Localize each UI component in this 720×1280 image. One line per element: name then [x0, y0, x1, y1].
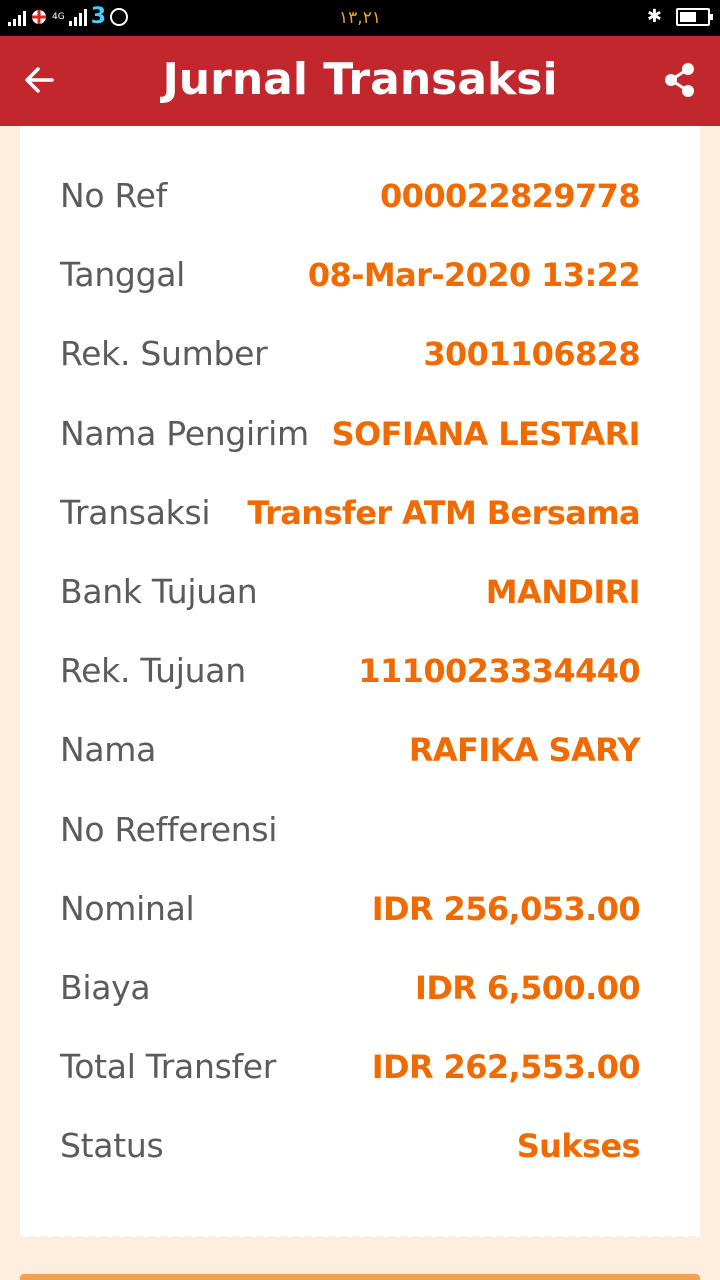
- bluetooth-icon: ✱: [646, 6, 662, 27]
- share-icon: [665, 63, 694, 97]
- detail-label: No Ref: [60, 176, 167, 215]
- detail-value: IDR 6,500.00: [415, 968, 641, 1007]
- detail-label: Tanggal: [60, 255, 186, 295]
- transaction-details: No Ref 000022829778 Tanggal 08-Mar-2020 …: [60, 176, 641, 1205]
- detail-row-transaksi: Transaksi Transfer ATM Bersama: [60, 492, 641, 572]
- detail-label: Nama: [60, 730, 157, 770]
- detail-value: IDR 262,553.00: [371, 1048, 641, 1087]
- detail-row-tanggal: Tanggal 08-Mar-2020 13:22: [60, 255, 641, 334]
- detail-row-bank-tujuan: Bank Tujuan MANDIRI: [60, 571, 641, 651]
- detail-value: 08-Mar-2020 13:22: [307, 256, 641, 295]
- detail-label: Rek. Sumber: [60, 334, 268, 374]
- app-bar: Jurnal Transaksi: [0, 36, 720, 126]
- detail-row-nama: Nama RAFIKA SARY: [60, 730, 641, 809]
- page-title: Jurnal Transaksi: [162, 54, 558, 105]
- detail-row-rek-sumber: Rek. Sumber 3001106828: [60, 334, 641, 413]
- detail-value: 1110023334440: [358, 652, 640, 691]
- detail-label: Total Transfer: [60, 1047, 277, 1087]
- detail-value: 000022829778: [380, 177, 641, 215]
- detail-label: Nominal: [60, 888, 195, 928]
- detail-row-nama-pengirim: Nama Pengirim SOFIANA LESTARI: [60, 413, 641, 493]
- detail-row-biaya: Biaya IDR 6,500.00: [60, 967, 641, 1047]
- detail-value: 3001106828: [423, 335, 640, 374]
- receipt-torn-edge: [20, 1232, 700, 1240]
- detail-row-total-transfer: Total Transfer IDR 262,553.00: [60, 1047, 641, 1126]
- detail-row-status: Status Sukses: [60, 1126, 641, 1205]
- detail-row-no-refferensi: No Refferensi: [60, 810, 640, 889]
- detail-label: Nama Pengirim: [60, 413, 309, 453]
- detail-label: Biaya: [60, 967, 151, 1007]
- status-clock: ١٣,٢١: [339, 8, 381, 28]
- detail-label: Transaksi: [60, 492, 211, 532]
- detail-label: Bank Tujuan: [60, 571, 258, 611]
- status-bar: 4G 3 ١٣,٢١ ✱: [0, 0, 720, 36]
- detail-row-rek-tujuan: Rek. Tujuan 1110023334440: [60, 651, 641, 730]
- detail-label: No Refferensi: [60, 809, 278, 849]
- detail-value: RAFIKA SARY: [408, 731, 641, 770]
- status-icons-right: ✱: [646, 6, 713, 28]
- status-value: Sukses: [516, 1127, 641, 1166]
- detail-value: SOFIANA LESTARI: [331, 414, 641, 453]
- bottom-action-bar[interactable]: [20, 1274, 700, 1280]
- detail-row-nominal: Nominal IDR 256,053.00: [60, 888, 641, 968]
- detail-value: Transfer ATM Bersama: [247, 493, 640, 532]
- detail-label: Rek. Tujuan: [60, 651, 246, 691]
- detail-row-no-ref: No Ref 000022829778: [60, 176, 641, 255]
- share-button[interactable]: [662, 60, 698, 100]
- battery-icon: [676, 8, 713, 26]
- detail-value: MANDIRI: [485, 572, 641, 611]
- detail-label: Status: [60, 1126, 164, 1166]
- detail-value: IDR 256,053.00: [371, 889, 641, 928]
